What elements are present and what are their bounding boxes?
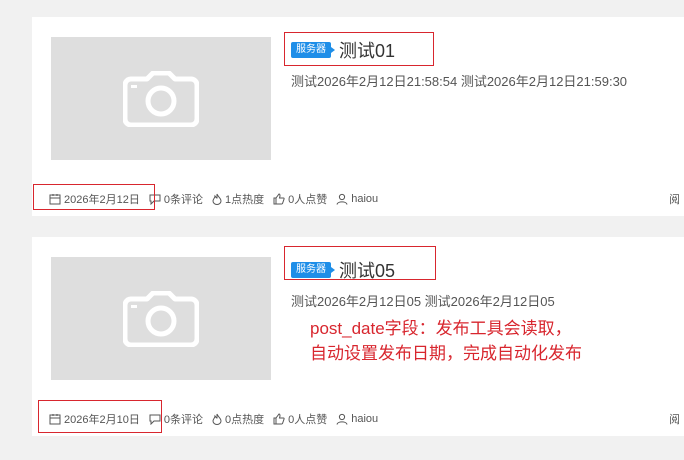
flame-icon [212,193,222,205]
annotation-line-1: post_date字段：发布工具会读取， [310,319,572,338]
user-icon [336,413,348,425]
post-likes[interactable]: 0人点赞 [273,411,327,427]
post-likes[interactable]: 0人点赞 [273,191,327,207]
annotation-note: post_date字段：发布工具会读取， 自动设置发布日期，完成自动化发布 [310,316,582,366]
post-excerpt: 测试2026年2月12日05 测试2026年2月12日05 [291,294,555,309]
post-excerpt: 测试2026年2月12日21:58:54 测试2026年2月12日21:59:3… [291,74,628,89]
highlight-box-date-1 [33,184,155,210]
post-comments-text: 0条评论 [163,414,203,426]
thumbs-up-icon [273,193,285,205]
post-author-text: haiou [351,413,379,425]
annotation-line-2: 自动设置发布日期，完成自动化发布 [310,344,582,363]
highlight-box-date-2 [38,400,162,433]
post-author[interactable]: haiou [336,413,378,425]
camera-icon [123,290,199,347]
user-icon [336,193,348,205]
post-views-partial: 阅 [669,194,680,206]
post-comments-text: 0条评论 [163,194,203,206]
post-likes-text: 0人点赞 [288,194,328,206]
post-heat: 0点热度 [212,411,264,427]
post-author[interactable]: haiou [336,193,378,205]
post-thumbnail[interactable] [51,257,271,380]
thumbs-up-icon [273,413,285,425]
flame-icon [212,413,222,425]
highlight-box-title-2 [284,246,436,280]
highlight-box-title-1 [284,32,434,66]
post-author-text: haiou [351,193,379,205]
post-views-partial: 阅 [669,414,680,426]
post-heat-text: 1点热度 [224,194,265,206]
post-thumbnail[interactable] [51,37,271,160]
post-comments[interactable]: 0条评论 [149,191,203,207]
post-heat-text: 0点热度 [224,414,265,426]
post-likes-text: 0人点赞 [288,414,328,426]
camera-icon [123,70,199,127]
post-heat: 1点热度 [212,191,264,207]
